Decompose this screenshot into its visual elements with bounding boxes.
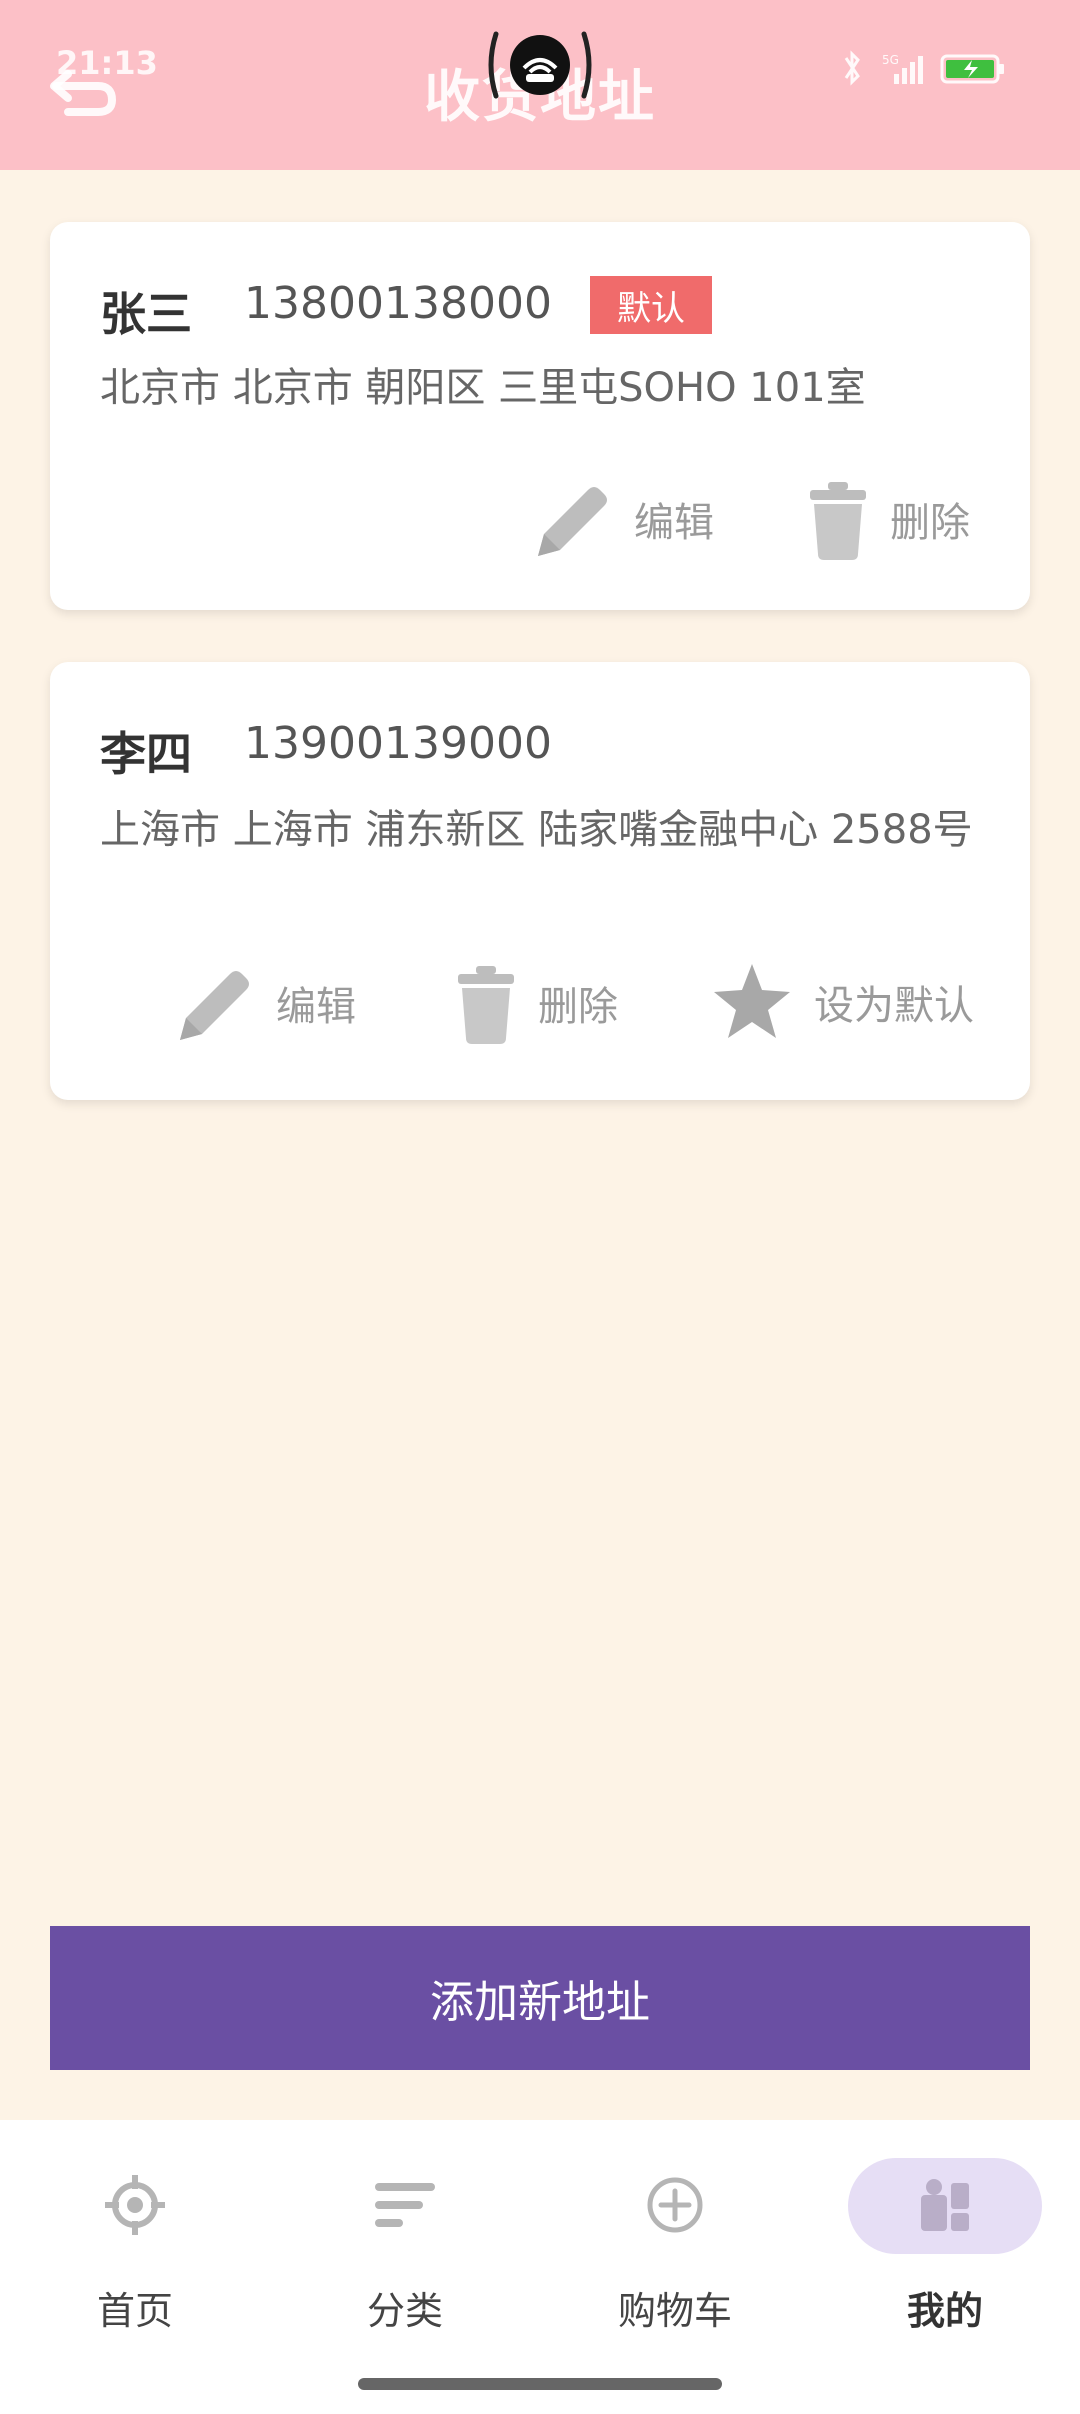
delete-button[interactable]: 删除 [806,476,970,562]
recipient-phone: 13800138000 [244,278,552,329]
edit-label: 编辑 [276,984,356,1030]
pencil-icon [538,487,607,556]
recipient-phone: 13900139000 [244,718,552,769]
compass-icon [105,2175,165,2235]
add-address-button[interactable]: 添加新地址 [50,1926,1030,2070]
delete-label: 删除 [538,984,618,1030]
bottom-nav: 首页 分类 购物车 我的 [0,2120,1080,2414]
delete-label: 删除 [890,500,970,546]
app-header: 21:13 收货地址 5G [0,0,1080,170]
recipient-name: 张三 [100,287,192,341]
address-card[interactable]: 李四 13900139000 上海市 上海市 浦东新区 陆家嘴金融中心 2588… [50,662,1030,1100]
nav-label-profile: 我的 [906,2289,983,2333]
nav-item-home[interactable]: 首页 [0,2120,270,2360]
trash-icon [810,482,866,560]
recipient-name: 李四 [100,727,192,781]
pencil-icon [180,971,249,1040]
status-icons: 5G [842,48,1032,88]
delete-button[interactable]: 删除 [454,960,618,1046]
nav-label-category: 分类 [366,2289,443,2333]
set-default-button[interactable]: 设为默认 [710,960,974,1044]
edit-label: 编辑 [634,500,714,546]
nav-item-category[interactable]: 分类 [270,2120,540,2360]
address-text: 上海市 上海市 浦东新区 陆家嘴金融中心 2588号 [100,807,973,853]
profile-icon [921,2179,969,2231]
edit-button[interactable]: 编辑 [170,960,356,1046]
network-type: 5G [882,53,899,67]
nav-item-cart[interactable]: 购物车 [540,2120,810,2360]
address-card[interactable]: 张三 13800138000 默认 北京市 北京市 朝阳区 三里屯SOHO 10… [50,222,1030,610]
edit-button[interactable]: 编辑 [528,476,714,562]
camera-cutout-icon [484,28,596,102]
set-default-label: 设为默认 [814,983,974,1029]
nav-label-home: 首页 [96,2289,173,2333]
list-icon [375,2183,435,2227]
nav-label-cart: 购物车 [617,2289,732,2333]
default-badge: 默认 [590,276,712,334]
trash-icon [458,966,514,1044]
address-text: 北京市 北京市 朝阳区 三里屯SOHO 101室 [100,365,866,411]
nav-item-profile[interactable]: 我的 [810,2120,1080,2360]
home-indicator[interactable] [358,2378,722,2390]
star-icon [714,964,790,1038]
plus-circle-icon [647,2177,703,2233]
